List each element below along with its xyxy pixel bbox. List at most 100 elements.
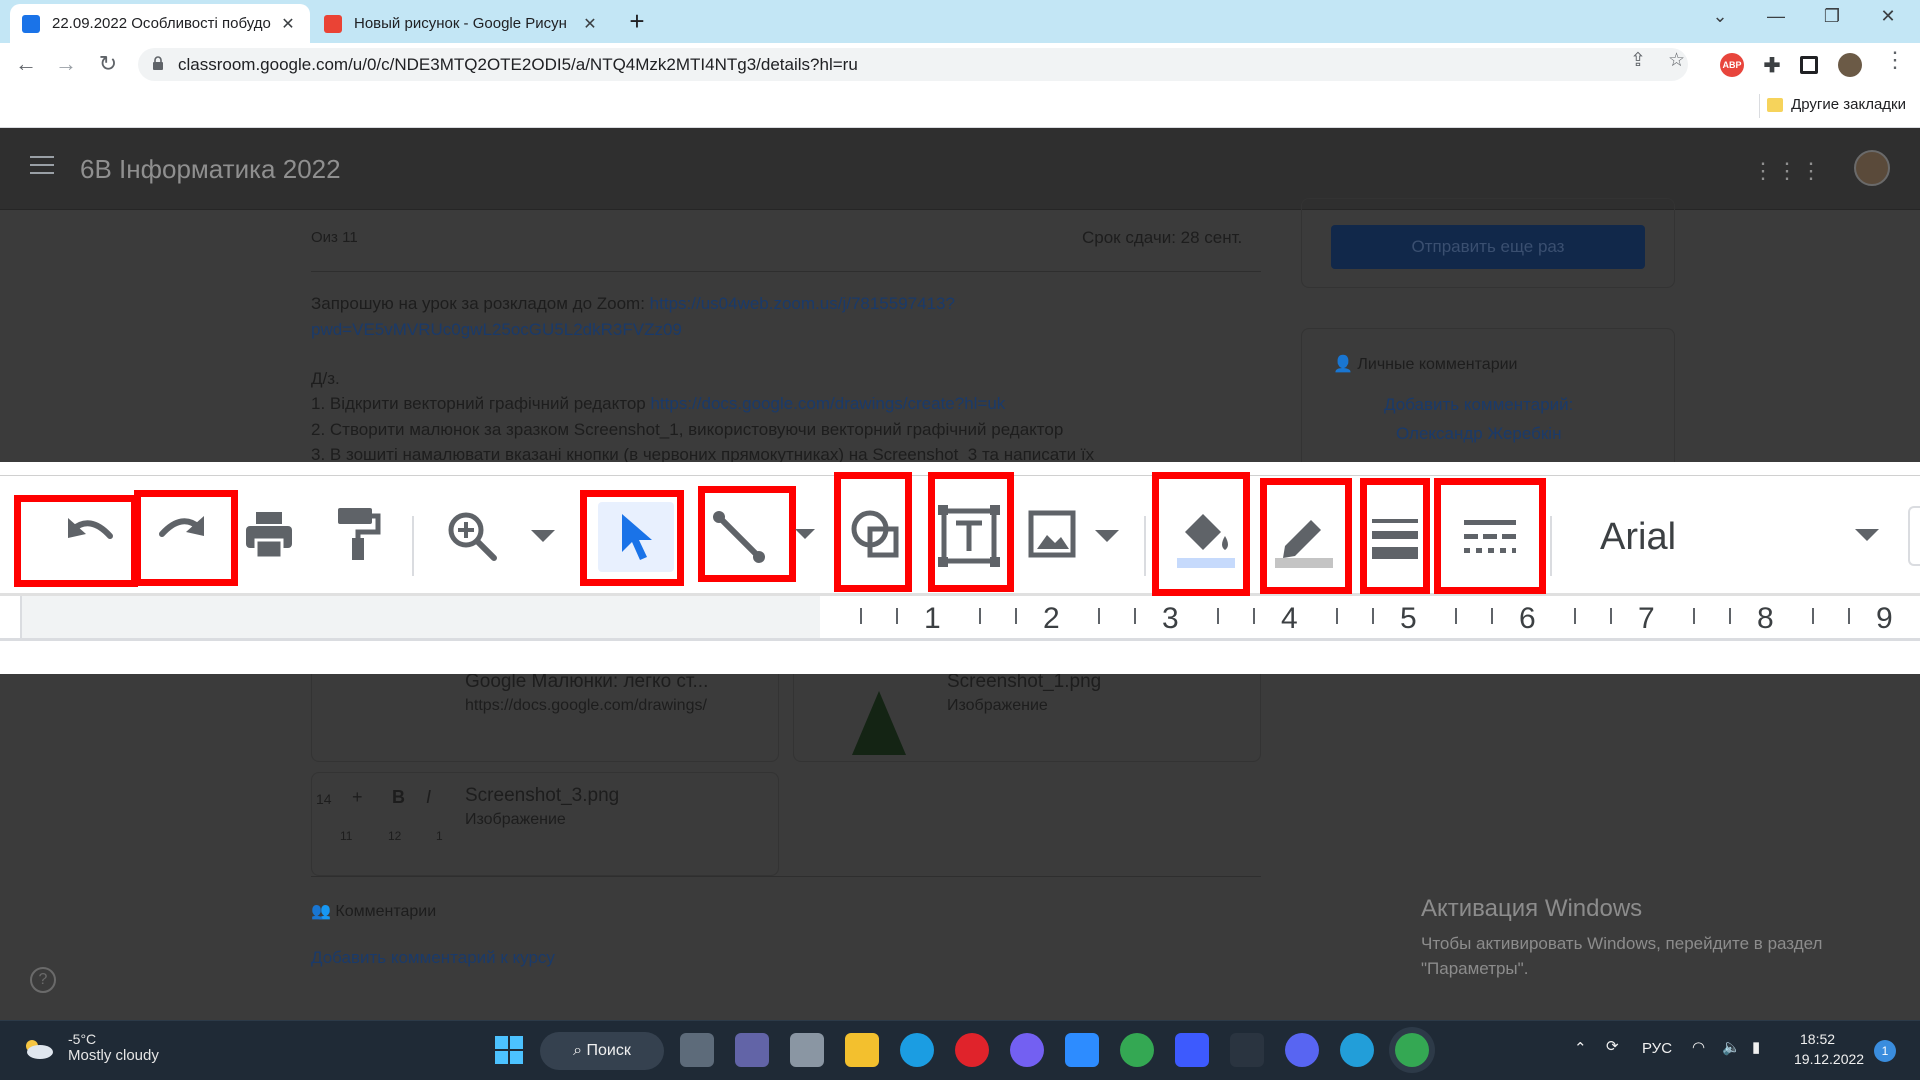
close-window-button[interactable]: ✕ (1868, 6, 1908, 27)
course-title[interactable]: 6В Інформатика 2022 (80, 154, 341, 185)
restore-button[interactable]: ❐ (1812, 6, 1852, 27)
account-avatar[interactable] (1854, 150, 1890, 186)
battery-icon[interactable]: ▮ (1752, 1038, 1760, 1056)
wifi-icon[interactable]: ◠ (1692, 1038, 1705, 1056)
bookmark-star-icon[interactable]: ☆ (1668, 49, 1685, 72)
line-dropdown-button[interactable] (790, 524, 820, 544)
zoom-invite-line: Запрошую на урок за розкладом до Zoom: h… (311, 294, 955, 314)
font-family-select[interactable]: Arial (1600, 516, 1676, 559)
teams-chat-icon[interactable] (735, 1033, 769, 1067)
drawings-favicon-icon (324, 14, 342, 33)
homework-item-2: 2. Створити малюнок за зразком Screensho… (311, 420, 1064, 439)
extensions-puzzle-icon[interactable]: ✚ (1760, 53, 1784, 77)
discord-icon[interactable] (1285, 1033, 1319, 1067)
thumb-plus-icon: + (352, 787, 363, 807)
horizontal-ruler: 1 2 3 4 5 6 7 8 9 (0, 596, 1920, 640)
zoom-in-icon (448, 512, 497, 561)
language-indicator[interactable]: РУС (1642, 1040, 1672, 1057)
highlight-box (1260, 478, 1352, 594)
attachment-screenshot-3[interactable]: 14 + B I 11 12 1 Screenshot_3.png Изобра… (311, 772, 779, 876)
file-explorer-icon[interactable] (845, 1033, 879, 1067)
image-dropdown-button[interactable] (1092, 526, 1122, 546)
chevron-down-icon (1855, 529, 1879, 541)
weather-widget[interactable]: -5°C Mostly cloudy (22, 1031, 159, 1064)
opera-browser-icon[interactable] (955, 1033, 989, 1067)
notifications-badge[interactable]: 1 (1874, 1040, 1896, 1062)
side-panel-icon[interactable] (1800, 56, 1818, 74)
show-hidden-icons-icon[interactable]: ⌃ (1574, 1039, 1587, 1057)
address-bar[interactable]: classroom.google.com/u/0/c/NDE3MTQ2OTE2O… (138, 48, 1688, 81)
font-dropdown-button[interactable] (1850, 524, 1884, 546)
taskbar-search[interactable]: ⌕ Поиск (540, 1032, 664, 1070)
ruler-number: 9 (1876, 602, 1893, 635)
chevron-down-icon (531, 530, 555, 542)
attachment-subtitle: https://docs.google.com/drawings/ (465, 697, 707, 714)
resend-button[interactable]: Отправить еще раз (1331, 225, 1645, 269)
zoom-dropdown-button[interactable] (528, 526, 558, 546)
other-bookmarks-label: Другие закладки (1791, 96, 1906, 113)
sync-icon[interactable]: ⟳ (1606, 1037, 1619, 1055)
app-icon[interactable] (1230, 1033, 1264, 1067)
app-icon[interactable] (1175, 1033, 1209, 1067)
tab-drawing[interactable]: Новый рисунок - Google Рисун ✕ (312, 4, 612, 43)
adblock-extension-icon[interactable]: ABP (1720, 53, 1744, 77)
google-apps-icon[interactable]: ⋮⋮⋮ (1752, 158, 1824, 184)
ruler-number: 2 (1043, 602, 1060, 635)
print-button[interactable] (240, 506, 298, 564)
ruler-tick (1812, 608, 1814, 624)
minimize-button[interactable]: — (1756, 6, 1796, 27)
ruler-tick (1098, 608, 1100, 624)
telegram-icon[interactable] (1340, 1033, 1374, 1067)
ruler-number: 8 (1757, 602, 1774, 635)
zoom-app-icon[interactable] (1065, 1033, 1099, 1067)
chrome-icon[interactable] (1120, 1033, 1154, 1067)
person-icon: 👤 (1333, 356, 1358, 373)
highlight-box (1434, 478, 1546, 594)
calculator-icon[interactable] (790, 1033, 824, 1067)
add-private-comment-link[interactable]: Добавить комментарий: (1384, 395, 1573, 415)
zoom-link[interactable]: https://us04web.zoom.us/j/7815597413? (650, 294, 955, 313)
add-course-comment-link[interactable]: Добавить комментарий к курсу (311, 948, 555, 968)
profile-avatar[interactable] (1838, 53, 1862, 77)
chrome-menu-icon[interactable]: ⋮ (1884, 47, 1906, 73)
ruler-number: 6 (1519, 602, 1536, 635)
new-tab-button[interactable]: + (622, 6, 652, 37)
volume-icon[interactable]: 🔈 (1722, 1038, 1741, 1056)
image-tool-button[interactable] (1024, 506, 1080, 562)
highlight-box (14, 495, 138, 587)
paint-format-button[interactable] (328, 504, 386, 562)
highlight-box (580, 490, 684, 586)
drawings-link[interactable]: https://docs.google.com/drawings/create?… (650, 394, 1005, 413)
task-view-icon[interactable] (680, 1033, 714, 1067)
due-date: Срок сдачи: 28 сент. (1082, 228, 1243, 247)
hamburger-menu-icon[interactable] (30, 156, 54, 174)
edge-browser-icon[interactable] (900, 1033, 934, 1067)
highlight-box (834, 472, 912, 592)
highlight-box (1152, 472, 1250, 596)
chrome-profile-icon[interactable] (1395, 1033, 1429, 1067)
tab-close-icon[interactable]: ✕ (580, 14, 600, 34)
zoom-button[interactable] (442, 506, 502, 566)
tab-classroom[interactable]: 22.09.2022 Особливості побудо ✕ (10, 4, 310, 43)
viber-icon[interactable] (1010, 1033, 1044, 1067)
help-icon[interactable]: ? (30, 967, 56, 993)
class-comments-header: 👥 Комментарии (311, 901, 436, 921)
clock-date[interactable]: 19.12.2022 (1794, 1051, 1864, 1067)
teacher-name-link[interactable]: Олександр Жеребкін (1396, 424, 1561, 444)
toolbar-row: ← → ↻ classroom.google.com/u/0/c/NDE3MTQ… (0, 43, 1920, 86)
start-button[interactable] (492, 1033, 526, 1067)
private-comments-header: 👤 Личные комментарии (1333, 354, 1517, 374)
weather-condition: Mostly cloudy (68, 1047, 159, 1064)
reload-button[interactable]: ↻ (94, 51, 122, 77)
clock-time[interactable]: 18:52 (1800, 1031, 1835, 1047)
share-icon[interactable]: ⇪ (1630, 49, 1646, 72)
zoomed-drawing-toolbar: Arial 1 2 3 4 5 6 7 8 9 (0, 462, 1920, 674)
ruler-tick (1015, 608, 1017, 624)
other-bookmarks-folder[interactable]: Другие закладки (1767, 96, 1906, 113)
next-toolbar-control[interactable] (1908, 506, 1920, 566)
tab-search-chevron-icon[interactable]: ⌄ (1700, 6, 1740, 27)
back-button[interactable]: ← (12, 51, 40, 77)
zoom-link-continued[interactable]: pwd=VE5vMVRUc0gwL25ocGU5L2dkR3FVZz09 (311, 320, 682, 340)
forward-button[interactable]: → (52, 51, 80, 77)
tab-close-icon[interactable]: ✕ (278, 14, 298, 34)
